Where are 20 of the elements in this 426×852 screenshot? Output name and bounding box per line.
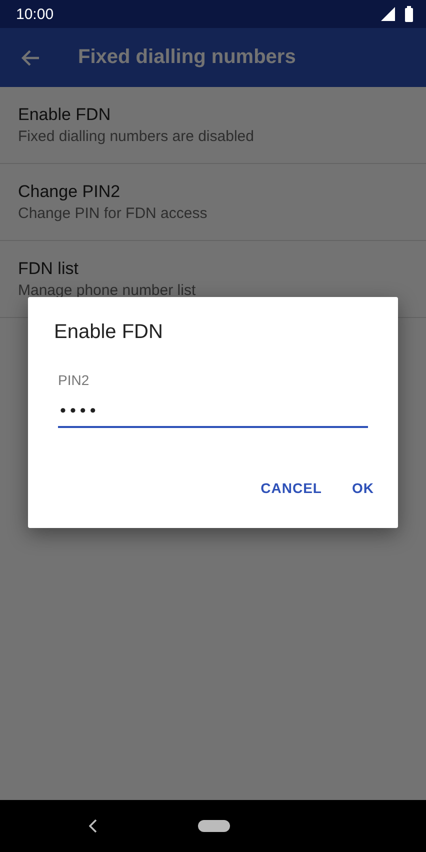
item-subtitle: Fixed dialling numbers are disabled: [18, 128, 255, 145]
item-subtitle: Change PIN for FDN access: [18, 205, 208, 222]
status-time: 10:00: [16, 6, 55, 22]
back-icon[interactable]: [89, 819, 97, 833]
item-title: FDN list: [18, 259, 80, 279]
item-title: Enable FDN: [18, 105, 112, 125]
signal-icon: [380, 6, 396, 22]
pin-field[interactable]: ••••: [58, 396, 368, 428]
item-subtitle: Manage phone number list: [18, 282, 197, 299]
battery-icon: [404, 6, 414, 22]
dialog-button[interactable]: OK: [340, 472, 386, 504]
home-icon[interactable]: [198, 820, 230, 832]
screen-title: Fixed dialling numbers: [78, 46, 296, 69]
settings-item[interactable]: Change PIN2 Change PIN for FDN access: [0, 164, 426, 240]
dialog-button[interactable]: CANCEL: [248, 472, 334, 504]
dialog-title: Enable FDN: [54, 321, 164, 344]
item-title: Change PIN2: [18, 182, 122, 202]
back-arrow-icon[interactable]: [20, 48, 40, 66]
field-label: PIN2: [58, 372, 90, 388]
settings-item[interactable]: Enable FDN Fixed dialling numbers are disabled: [0, 87, 426, 163]
